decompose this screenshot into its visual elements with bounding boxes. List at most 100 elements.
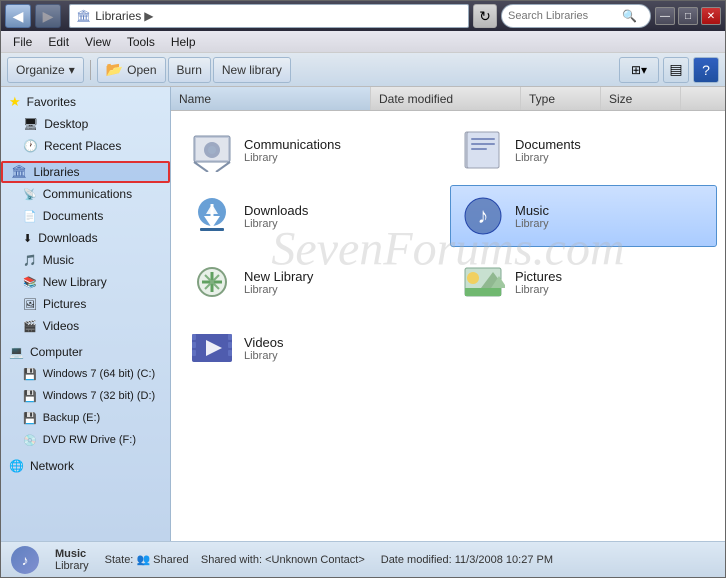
videos-label: Videos (43, 319, 79, 333)
recent-places-icon: 🕐 (23, 139, 38, 153)
details-icon: ▤ (669, 61, 682, 78)
network-icon: 🌐 (9, 459, 24, 473)
menu-tools[interactable]: Tools (119, 33, 163, 51)
address-arrow: ▶ (144, 9, 153, 23)
status-music-icon: ♪ (22, 552, 29, 568)
downloads-label: Downloads (38, 231, 97, 245)
status-item-info: Music Library (55, 548, 89, 572)
open-button[interactable]: 📂 Open (97, 57, 166, 83)
new-library-file-type: Library (244, 284, 313, 296)
sidebar-item-documents[interactable]: 📄 Documents (1, 205, 170, 227)
sidebar-item-videos[interactable]: 🎬 Videos (1, 315, 170, 337)
sidebar-item-recent-places[interactable]: 🕐 Recent Places (1, 135, 170, 157)
sidebar-item-win7-32[interactable]: 💾 Windows 7 (32 bit) (D:) (1, 385, 170, 407)
sidebar-item-computer[interactable]: 💻 Computer (1, 341, 170, 363)
sidebar-section-computer: 💻 Computer 💾 Windows 7 (64 bit) (C:) 💾 W… (1, 341, 170, 451)
communications-file-type: Library (244, 152, 341, 164)
menu-edit[interactable]: Edit (40, 33, 77, 51)
status-item-sub: Library (55, 560, 89, 572)
address-path-icon: 🏛 (76, 9, 91, 23)
maximize-button[interactable]: □ (678, 7, 698, 25)
back-button[interactable]: ◀ (5, 4, 31, 28)
new-library-file-icon (188, 258, 236, 306)
view-options-button[interactable]: ⊞▾ (619, 57, 659, 83)
list-item[interactable]: Communications Library (179, 119, 446, 181)
music-file-type: Library (515, 218, 549, 230)
col-size[interactable]: Size (601, 87, 681, 110)
help-button[interactable]: ? (693, 57, 719, 83)
backup-label: Backup (E:) (43, 412, 100, 424)
col-date-modified[interactable]: Date modified (371, 87, 521, 110)
col-name[interactable]: Name (171, 87, 371, 110)
sidebar-item-desktop[interactable]: 🖥 Desktop (1, 113, 170, 135)
svg-text:♪: ♪ (478, 203, 489, 228)
search-input[interactable] (508, 10, 618, 22)
sidebar-item-backup[interactable]: 💾 Backup (E:) (1, 407, 170, 429)
sidebar-item-communications[interactable]: 📡 Communications (1, 183, 170, 205)
burn-button[interactable]: Burn (168, 57, 211, 83)
sidebar-item-downloads[interactable]: ⬇ Downloads (1, 227, 170, 249)
col-type[interactable]: Type (521, 87, 601, 110)
star-icon: ★ (9, 94, 21, 110)
help-icon: ? (702, 62, 710, 78)
view-grid-icon: ⊞▾ (631, 63, 647, 77)
pictures-file-icon (459, 258, 507, 306)
list-item[interactable]: Pictures Library (450, 251, 717, 313)
new-library-button[interactable]: New library (213, 57, 291, 83)
menu-view[interactable]: View (77, 33, 119, 51)
sidebar-item-pictures[interactable]: 🖼 Pictures (1, 293, 170, 315)
list-item[interactable]: ♪ Music Library (450, 185, 717, 247)
file-grid: SevenForums.com Comm (171, 111, 725, 387)
status-bar: ♪ Music Library State: 👥 Shared Shared w… (1, 541, 725, 577)
search-box: 🔍 (501, 4, 651, 28)
sidebar-item-favorites[interactable]: ★ Favorites (1, 91, 170, 113)
sidebar-item-network[interactable]: 🌐 Network (1, 455, 170, 477)
new-library-label: New library (222, 63, 282, 77)
desktop-icon: 🖥 (23, 117, 38, 131)
address-path[interactable]: 🏛 Libraries ▶ (69, 4, 469, 28)
libraries-label: Libraries (34, 165, 80, 179)
sidebar-section-network: 🌐 Network (1, 455, 170, 477)
videos-icon: 🎬 (23, 320, 37, 333)
refresh-button[interactable]: ↻ (473, 4, 497, 28)
communications-label: Communications (43, 187, 132, 201)
network-label: Network (30, 459, 74, 473)
music-file-name: Music (515, 203, 549, 218)
forward-button[interactable]: ▶ (35, 4, 61, 28)
drive-e-icon: 💾 (23, 412, 37, 425)
new-library-file-name: New Library (244, 269, 313, 284)
sidebar-item-new-library[interactable]: 📚 New Library (1, 271, 170, 293)
sidebar-item-music[interactable]: 🎵 Music (1, 249, 170, 271)
column-headers: Name Date modified Type Size (171, 87, 725, 111)
sidebar-item-dvd[interactable]: 💿 DVD RW Drive (F:) (1, 429, 170, 451)
new-library-file-info: New Library Library (244, 269, 313, 296)
details-pane-button[interactable]: ▤ (663, 57, 689, 83)
communications-icon: 📡 (23, 188, 37, 201)
downloads-file-name: Downloads (244, 203, 308, 218)
toolbar: Organize ▾ 📂 Open Burn New library ⊞▾ ▤ … (1, 53, 725, 87)
sidebar-item-libraries[interactable]: 🏛 Libraries (1, 161, 170, 183)
list-item[interactable]: Documents Library (450, 119, 717, 181)
close-button[interactable]: ✕ (701, 7, 721, 25)
music-label: Music (43, 253, 74, 267)
users-icon: 👥 (136, 553, 150, 566)
pictures-label: Pictures (43, 297, 86, 311)
list-item[interactable]: Downloads Library (179, 185, 446, 247)
sidebar-section-favorites: ★ Favorites 🖥 Desktop 🕐 Recent Places (1, 91, 170, 157)
minimize-button[interactable]: — (655, 7, 675, 25)
music-file-info: Music Library (515, 203, 549, 230)
list-item[interactable]: New Library Library (179, 251, 446, 313)
downloads-file-icon (188, 192, 236, 240)
computer-label: Computer (30, 345, 83, 359)
videos-file-icon (188, 324, 236, 372)
documents-file-icon (459, 126, 507, 174)
recent-places-label: Recent Places (44, 139, 121, 153)
libraries-icon: 🏛 (11, 164, 28, 180)
organize-button[interactable]: Organize ▾ (7, 57, 84, 83)
menu-file[interactable]: File (5, 33, 40, 51)
list-item[interactable]: Videos Library (179, 317, 446, 379)
menu-help[interactable]: Help (163, 33, 204, 51)
sidebar-item-win7-64[interactable]: 💾 Windows 7 (64 bit) (C:) (1, 363, 170, 385)
downloads-icon: ⬇ (23, 232, 32, 245)
videos-file-type: Library (244, 350, 284, 362)
